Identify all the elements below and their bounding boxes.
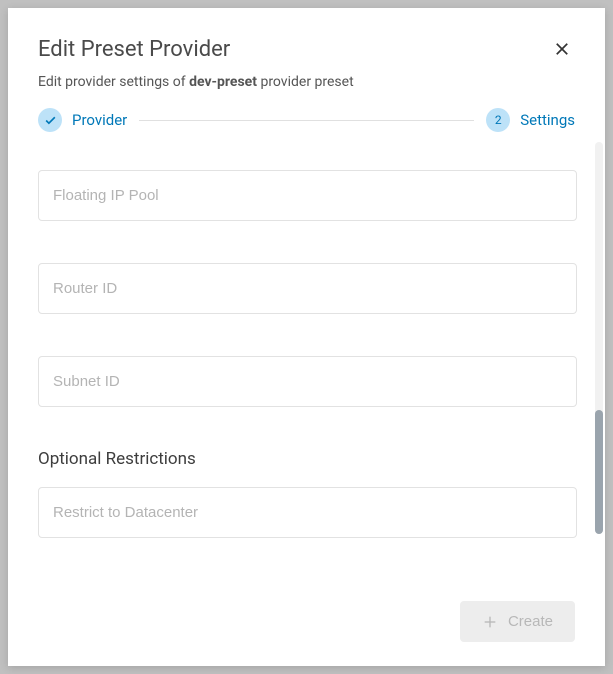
field-subnet-id	[38, 356, 577, 407]
step-provider-circle	[38, 108, 62, 132]
subtitle-preset-name: dev-preset	[189, 74, 257, 90]
field-restrict-datacenter	[38, 487, 577, 538]
check-icon	[44, 114, 57, 127]
step-provider-label: Provider	[72, 111, 127, 129]
step-settings-label: Settings	[520, 111, 575, 129]
form-content: Optional Restrictions	[8, 142, 605, 581]
subnet-id-input[interactable]	[38, 356, 577, 407]
step-provider[interactable]: Provider	[38, 108, 127, 132]
scrollbar-track[interactable]	[595, 142, 603, 534]
close-button[interactable]	[549, 36, 575, 62]
field-router-id	[38, 263, 577, 314]
modal-header: Edit Preset Provider	[8, 8, 605, 74]
modal-footer: Create	[8, 581, 605, 666]
step-settings[interactable]: 2 Settings	[486, 108, 575, 132]
form-scroll-area: Optional Restrictions	[8, 142, 605, 581]
modal-subtitle: Edit provider settings of dev-preset pro…	[8, 74, 605, 108]
edit-preset-modal: Edit Preset Provider Edit provider setti…	[8, 8, 605, 666]
modal-title: Edit Preset Provider	[38, 37, 230, 62]
optional-restrictions-title: Optional Restrictions	[38, 449, 577, 469]
step-settings-circle: 2	[486, 108, 510, 132]
create-button-label: Create	[508, 613, 553, 630]
scrollbar-thumb[interactable]	[595, 410, 603, 534]
step-connector	[139, 120, 474, 121]
stepper: Provider 2 Settings	[8, 108, 605, 142]
floating-ip-pool-input[interactable]	[38, 170, 577, 221]
plus-icon	[482, 614, 498, 630]
router-id-input[interactable]	[38, 263, 577, 314]
field-floating-ip-pool	[38, 170, 577, 221]
restrict-datacenter-input[interactable]	[38, 487, 577, 538]
subtitle-suffix: provider preset	[257, 74, 354, 90]
close-icon	[553, 40, 571, 58]
create-button[interactable]: Create	[460, 601, 575, 642]
subtitle-prefix: Edit provider settings of	[38, 74, 189, 90]
